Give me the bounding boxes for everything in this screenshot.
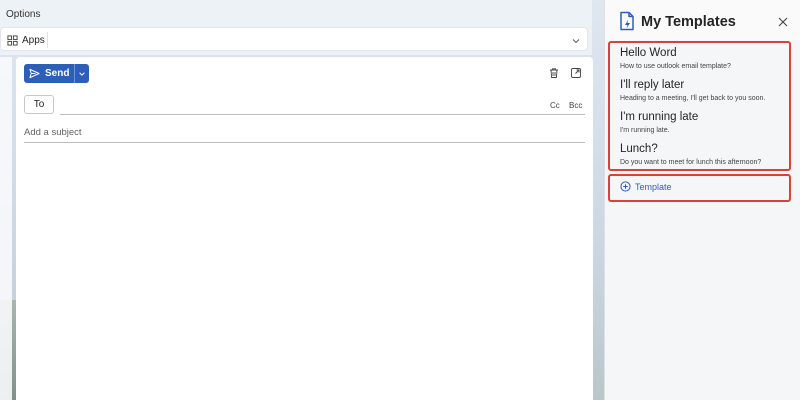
apps-label: Apps	[22, 34, 45, 46]
add-circle-icon	[620, 181, 631, 192]
template-description: Heading to a meeting, I'll get back to y…	[620, 95, 766, 102]
close-icon[interactable]	[778, 17, 788, 27]
to-field[interactable]	[60, 114, 585, 115]
popout-icon[interactable]	[570, 67, 582, 79]
template-name: I'm running late	[620, 111, 699, 123]
panel-header: My Templates	[605, 0, 800, 40]
template-item[interactable]: I'm running late I'm running late.	[620, 111, 790, 134]
ribbon: Options Apps	[0, 0, 592, 55]
subject-input[interactable]: Add a subject	[24, 127, 585, 143]
template-description: How to use outlook email template?	[620, 63, 731, 70]
panel-title: My Templates	[641, 14, 736, 30]
send-button[interactable]: Send	[24, 64, 74, 83]
send-label: Send	[45, 68, 70, 79]
apps-button[interactable]: Apps	[7, 32, 45, 48]
delete-icon[interactable]	[548, 67, 560, 79]
template-item[interactable]: I'll reply later Heading to a meeting, I…	[620, 79, 790, 102]
send-button-group: Send	[24, 64, 89, 83]
bcc-button[interactable]: Bcc	[569, 101, 582, 110]
to-button[interactable]: To	[24, 95, 54, 114]
template-name: Hello Word	[620, 47, 677, 59]
template-description: Do you want to meet for lunch this after…	[620, 159, 762, 166]
chevron-down-icon[interactable]	[571, 36, 581, 46]
template-name: I'll reply later	[620, 79, 685, 91]
send-icon	[29, 68, 40, 79]
template-item[interactable]: Hello Word How to use outlook email temp…	[620, 47, 790, 70]
template-logo-icon	[620, 11, 634, 31]
add-template-button[interactable]: Template	[620, 181, 672, 192]
ribbon-toolbar: Apps	[0, 27, 588, 51]
apps-icon	[7, 34, 18, 46]
template-description: I'm running late.	[620, 127, 670, 134]
template-name: Lunch?	[620, 143, 658, 155]
my-templates-panel: My Templates Hello Word How to use outlo…	[604, 0, 800, 400]
ribbon-tab-options[interactable]: Options	[6, 9, 40, 20]
template-item[interactable]: Lunch? Do you want to meet for lunch thi…	[620, 143, 790, 166]
template-list: Hello Word How to use outlook email temp…	[608, 41, 791, 171]
chevron-down-icon	[79, 71, 85, 76]
add-template-label: Template	[635, 181, 672, 192]
send-options-button[interactable]	[74, 64, 89, 83]
compose-pane: Send To Cc Bcc Add a subject	[16, 57, 593, 400]
ribbon-divider	[47, 32, 48, 48]
message-list-edge	[0, 57, 12, 400]
cc-button[interactable]: Cc	[550, 101, 560, 110]
add-template-section: Template	[608, 174, 791, 202]
